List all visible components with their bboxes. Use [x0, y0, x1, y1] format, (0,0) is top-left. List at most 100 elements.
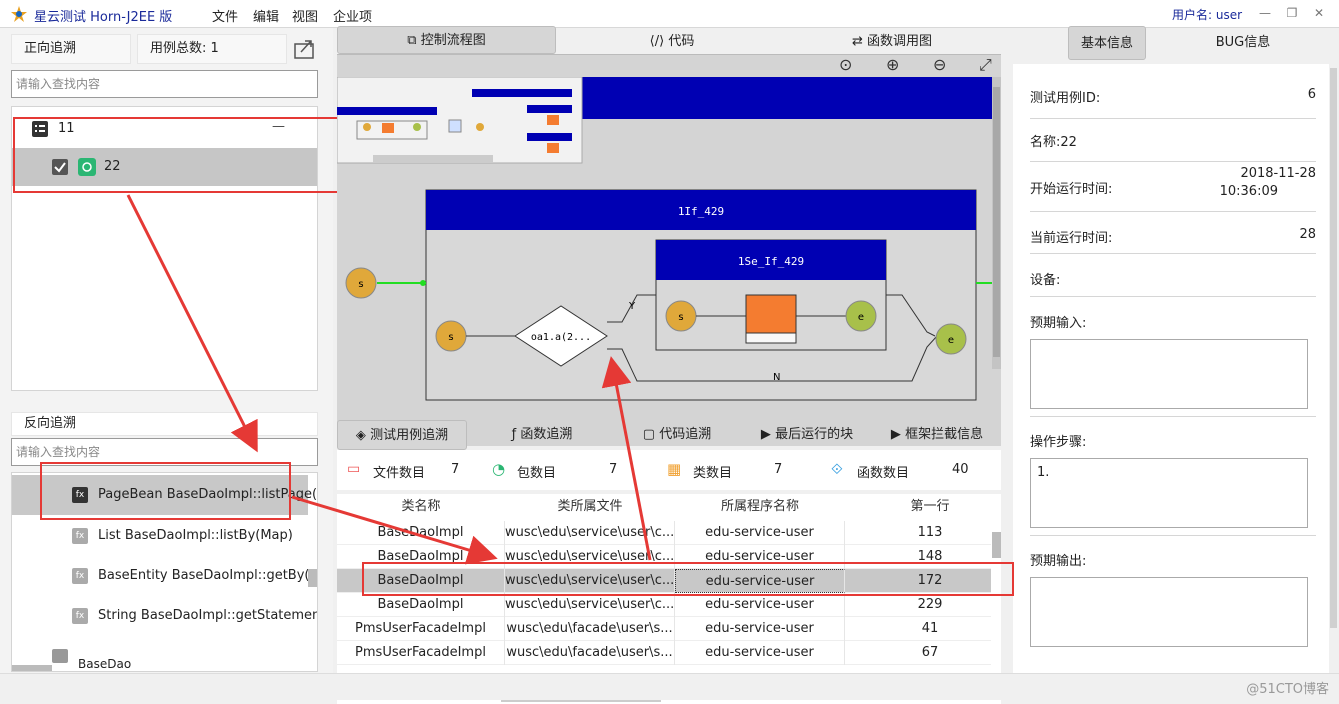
- function-icon: fx: [72, 608, 88, 624]
- tab-framework-intercept[interactable]: ▶ 框架拦截信息: [882, 420, 992, 450]
- highlight-box-row: [362, 562, 1014, 596]
- zoom-fit-icon[interactable]: ⊙: [839, 55, 852, 74]
- right-panel: 基本信息 BUG信息 测试用例ID: 6 名称:22 开始运行时间: 2018-…: [1004, 26, 1339, 673]
- table-row[interactable]: PmsUserFacadeImpl wusc\edu\facade\user\s.…: [337, 641, 991, 665]
- col-header-class[interactable]: 类名称: [337, 494, 505, 520]
- play-icon: ▶: [890, 427, 906, 442]
- zoom-out-icon[interactable]: ⊖: [933, 55, 946, 74]
- tab-label: 测试用例追溯: [370, 428, 449, 443]
- table-cell: wusc\edu\service\user\c...: [505, 521, 675, 545]
- table-cell: wusc\edu\facade\user\s...: [505, 617, 675, 641]
- table-row[interactable]: BaseDaoImpl wusc\edu\service\user\c... edu…: [337, 593, 991, 617]
- restore-icon[interactable]: ❐: [1284, 5, 1300, 21]
- field-start-time: 开始运行时间: 2018-11-28 10:36:09: [1030, 162, 1316, 212]
- stat-package-value: 7: [609, 462, 618, 477]
- table-cell: 113: [917, 525, 943, 540]
- flow-canvas[interactable]: ⊙ ⊕ ⊖ ⤢ 1If_429 1Se_If_429 s s oa1.a(2..…: [337, 54, 1001, 446]
- end-node-label: e: [948, 335, 954, 346]
- function-icon: fx: [72, 528, 88, 544]
- divider: [1030, 535, 1316, 536]
- tab-code-trace[interactable]: ▢ 代码追溯: [622, 420, 732, 450]
- code-block[interactable]: [745, 294, 797, 334]
- close-icon[interactable]: ✕: [1311, 5, 1327, 21]
- expected-output-textarea[interactable]: [1030, 577, 1308, 647]
- function-item[interactable]: BaseDao: [12, 637, 308, 671]
- menu-edit[interactable]: 编辑: [253, 6, 279, 25]
- field-label: 开始运行时间:: [1030, 182, 1113, 197]
- function-item[interactable]: fx String BaseDaoImpl::getStatement: [12, 597, 317, 635]
- branch-yes-label: Y: [628, 301, 636, 312]
- if-block-label: 1If_429: [678, 205, 724, 218]
- table-scrollbar[interactable]: [992, 532, 1001, 558]
- col-header-first-line[interactable]: 第一行: [845, 494, 1015, 520]
- code-icon: ⟨/⟩: [649, 34, 669, 49]
- stats-bar: ▭ 文件数目 7 ◔ 包数目 7 ▦ 类数目 7 ⟐ 函数数目 40: [337, 450, 1001, 490]
- divider: [1030, 416, 1316, 417]
- fullscreen-icon[interactable]: ⤢: [979, 55, 992, 75]
- stat-class-label: 类数目: [693, 466, 733, 481]
- stat-function-label: 函数数目: [857, 466, 910, 481]
- code-trace-icon: ▢: [642, 427, 660, 442]
- user-label: 用户名: user: [1172, 8, 1243, 22]
- tab-bug-info[interactable]: BUG信息: [1204, 26, 1282, 60]
- right-scrollbar[interactable]: [1330, 68, 1337, 628]
- col-header-file[interactable]: 类所属文件: [505, 494, 675, 520]
- table-cell: 229: [917, 597, 943, 612]
- forward-search-input[interactable]: 请输入查找内容: [11, 70, 318, 98]
- table-cell: BaseDaoImpl: [337, 593, 505, 617]
- file-icon: ▭: [347, 461, 361, 477]
- function-item[interactable]: fx List BaseDaoImpl::listBy(Map): [12, 517, 308, 555]
- class-icon: [52, 649, 68, 663]
- h-scrollbar-thumb[interactable]: [12, 665, 52, 671]
- field-name: 名称:22: [1030, 119, 1316, 162]
- end-node-label: e: [858, 312, 864, 323]
- table-cell: edu-service-user: [675, 641, 845, 665]
- stat-class-value: 7: [774, 462, 783, 477]
- export-icon[interactable]: [293, 38, 317, 60]
- table-row[interactable]: BaseDaoImpl wusc\edu\service\user\c... edu…: [337, 521, 991, 545]
- field-date: 2018-11-28: [1240, 166, 1316, 181]
- tab-forward-trace[interactable]: 正向追溯: [11, 34, 131, 64]
- zoom-in-icon[interactable]: ⊕: [886, 55, 899, 74]
- tab-basic-info[interactable]: 基本信息: [1068, 26, 1146, 60]
- menu-file[interactable]: 文件: [212, 6, 238, 25]
- expected-input-textarea[interactable]: [1030, 339, 1308, 409]
- start-node-label: s: [448, 332, 453, 343]
- col-header-program[interactable]: 所属程序名称: [675, 494, 845, 520]
- stat-function-value: 40: [952, 462, 969, 477]
- scrollbar-thumb[interactable]: [308, 569, 317, 587]
- tab-case-trace[interactable]: ◈ 测试用例追溯: [337, 420, 467, 450]
- start-node-label: s: [358, 279, 363, 290]
- steps-value: 1.: [1037, 465, 1050, 480]
- menu-enterprise[interactable]: 企业项: [333, 6, 372, 25]
- flow-icon: ⧉: [407, 33, 421, 48]
- highlight-box-function: [40, 462, 291, 520]
- info-form: 测试用例ID: 6 名称:22 开始运行时间: 2018-11-28 10:36…: [1013, 64, 1329, 673]
- field-label: 设备:: [1030, 273, 1061, 288]
- tab-control-flow[interactable]: ⧉ 控制流程图: [337, 26, 556, 54]
- tab-code[interactable]: ⟨/⟩ 代码: [597, 28, 747, 56]
- window-title: 星云测试 Horn-J2EE 版: [34, 10, 173, 25]
- app-logo-icon: [11, 6, 27, 22]
- tab-backward-trace[interactable]: 反向追溯: [11, 412, 318, 436]
- tab-last-run-block[interactable]: ▶ 最后运行的块: [747, 420, 867, 450]
- canvas-scrollbar[interactable]: [993, 87, 1000, 357]
- call-graph-icon: ⇄: [851, 34, 867, 49]
- steps-textarea[interactable]: 1.: [1030, 458, 1308, 528]
- table-cell: PmsUserFacadeImpl: [337, 641, 505, 665]
- table-cell: PmsUserFacadeImpl: [337, 617, 505, 641]
- minimize-icon[interactable]: —: [1257, 5, 1273, 21]
- expected-output-label: 预期输出:: [1030, 554, 1087, 569]
- package-icon: ◔: [492, 460, 506, 478]
- title-bar: 星云测试 Horn-J2EE 版 文件 编辑 视图 企业项 用户名: user …: [0, 0, 1339, 28]
- stat-file-value: 7: [451, 462, 460, 477]
- tab-label: 函数调用图: [867, 34, 933, 49]
- function-item[interactable]: fx BaseEntity BaseDaoImpl::getBy(Ma: [12, 557, 317, 595]
- inner-block-label: 1Se_If_429: [738, 255, 804, 268]
- table-row[interactable]: PmsUserFacadeImpl wusc\edu\facade\user\s.…: [337, 617, 991, 641]
- tab-call-graph[interactable]: ⇄ 函数调用图: [817, 28, 967, 56]
- field-label: 当前运行时间:: [1030, 231, 1113, 246]
- status-bar: @51CTO博客: [0, 673, 1339, 700]
- tab-function-trace[interactable]: ƒ 函数追溯: [487, 420, 597, 450]
- menu-view[interactable]: 视图: [292, 6, 318, 25]
